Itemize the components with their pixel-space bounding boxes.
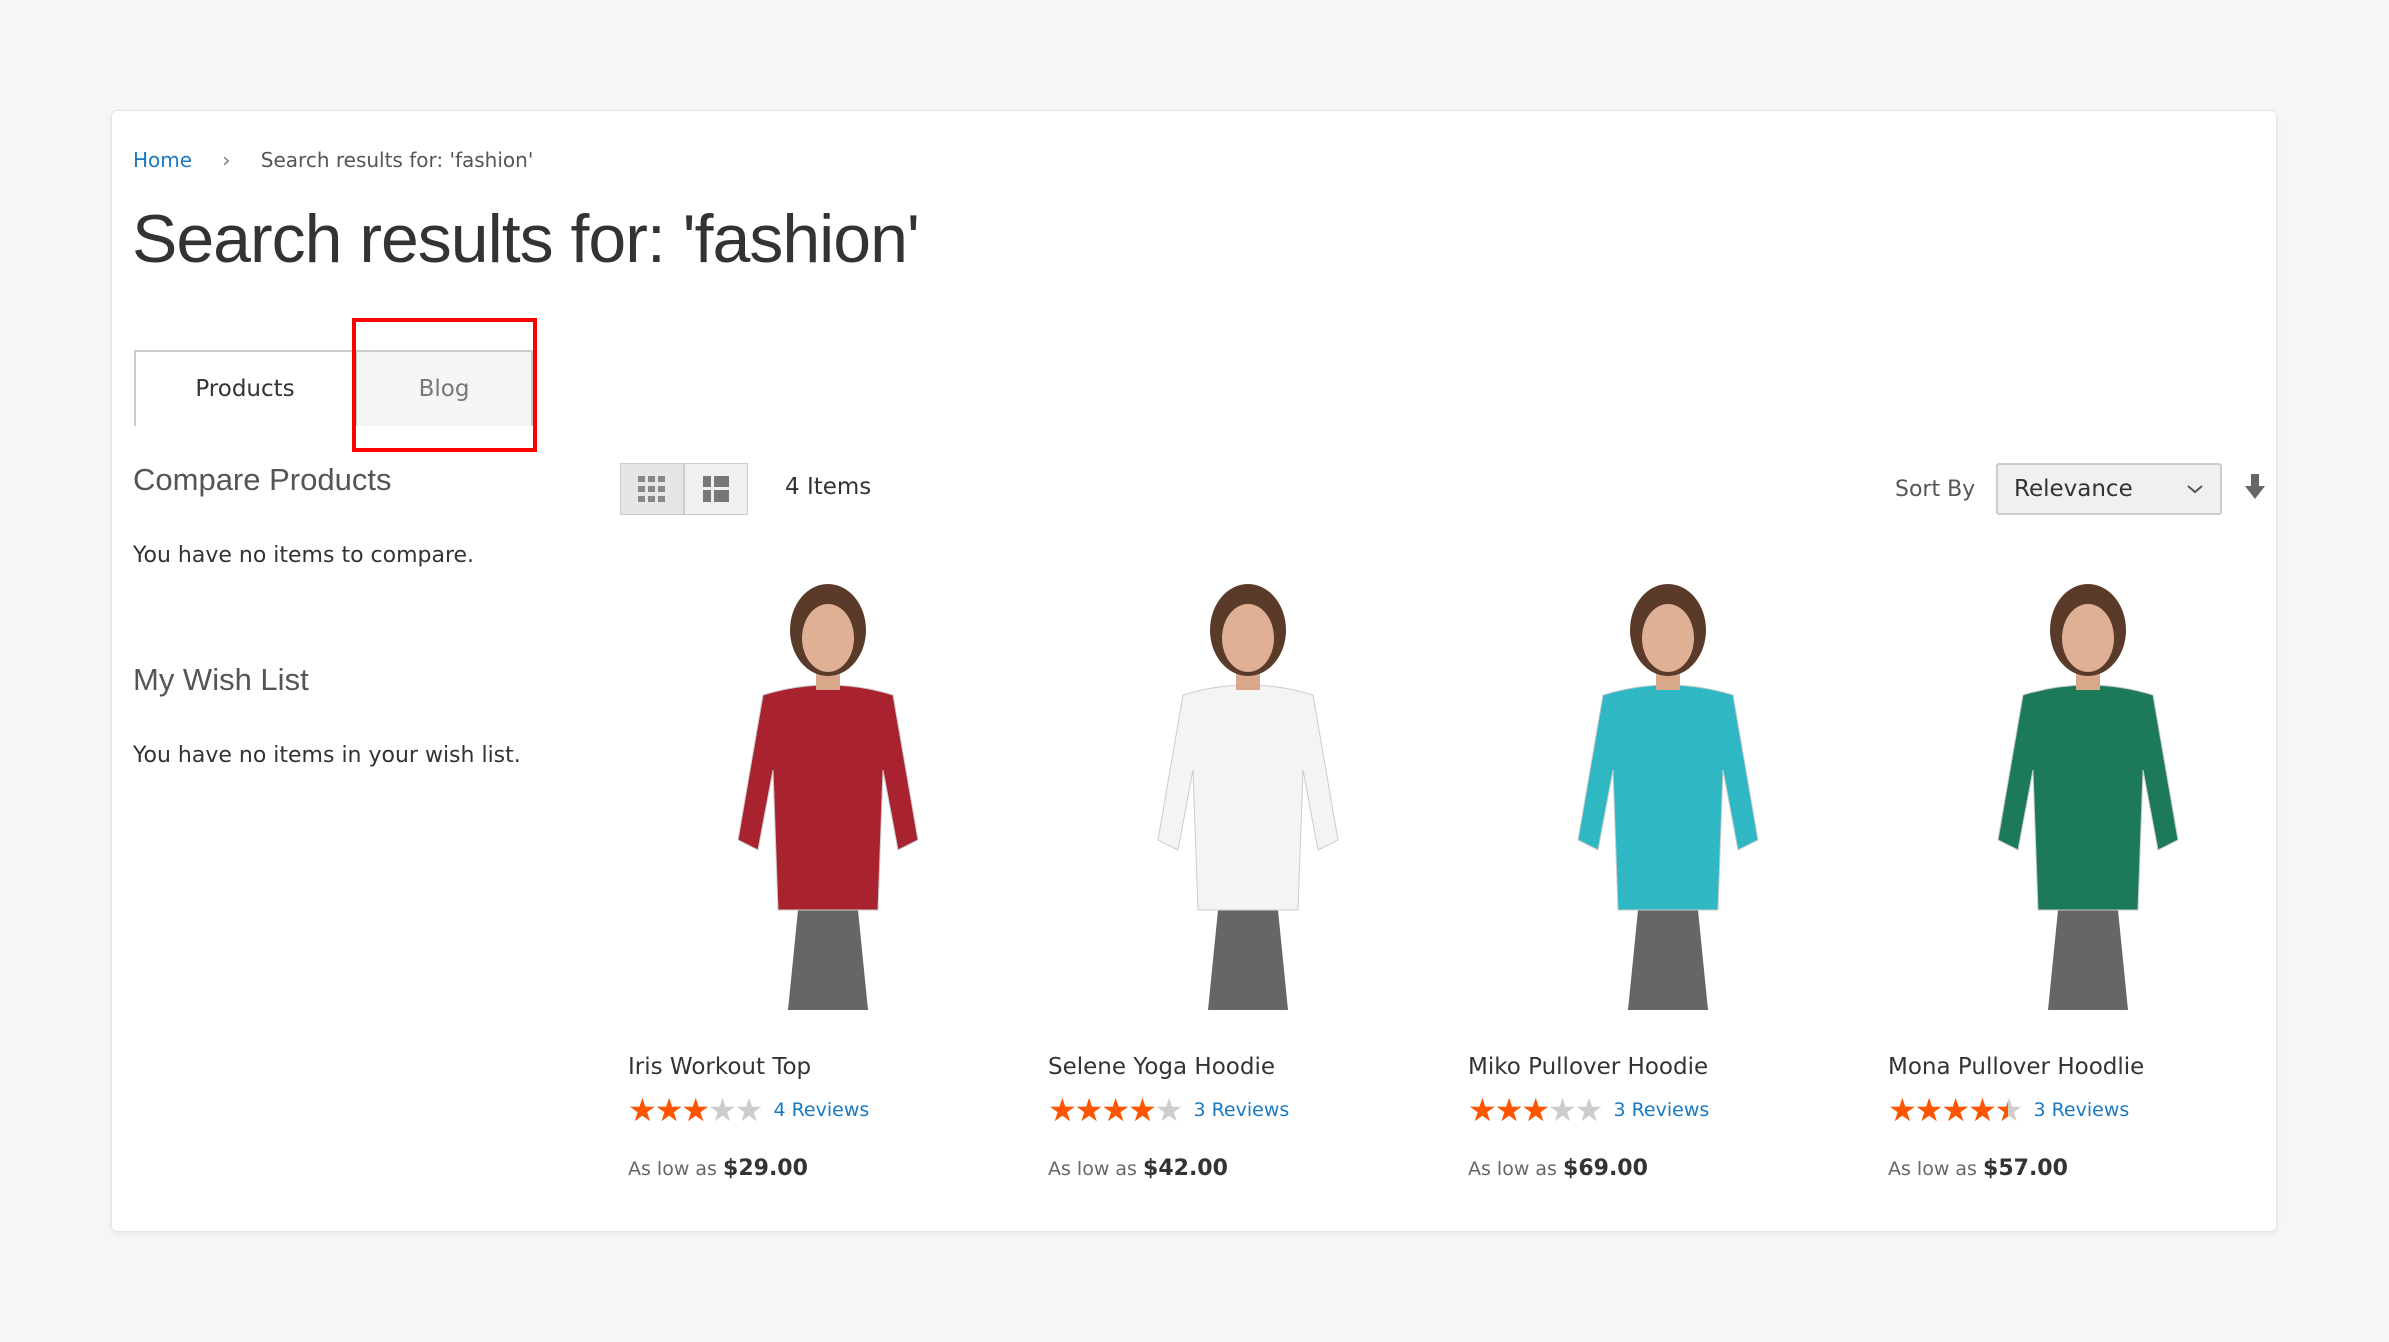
price-prefix: As low as xyxy=(1468,1158,1557,1180)
product-price: As low as $29.00 xyxy=(628,1156,1028,1181)
product-name[interactable]: Iris Workout Top xyxy=(628,1054,1028,1080)
breadcrumb-home[interactable]: Home xyxy=(133,148,192,172)
reviews-link[interactable]: 4 Reviews xyxy=(773,1099,869,1121)
reviews-link[interactable]: 3 Reviews xyxy=(2033,1099,2129,1121)
product-rating: ★★★★★★★★★★ 4 Reviews xyxy=(628,1094,1028,1126)
sort-value: Relevance xyxy=(2014,476,2133,502)
product-rating: ★★★★★★★★★★ 3 Reviews xyxy=(1468,1094,1868,1126)
product-item: Mona Pullover Hoodlie ★★★★★ ★★★★★ 3 Revie… xyxy=(1888,580,2288,1181)
compare-text: You have no items to compare. xyxy=(133,543,475,568)
arrow-down-icon[interactable] xyxy=(2244,474,2266,500)
price-prefix: As low as xyxy=(1888,1158,1977,1180)
product-image[interactable] xyxy=(1888,580,2288,1040)
grid-view-button[interactable] xyxy=(620,463,684,515)
reviews-link[interactable]: 3 Reviews xyxy=(1613,1099,1709,1121)
product-image[interactable] xyxy=(628,580,1028,1040)
product-price: As low as $57.00 xyxy=(1888,1156,2288,1181)
product-price: As low as $69.00 xyxy=(1468,1156,1868,1181)
breadcrumb: Home › Search results for: 'fashion' xyxy=(133,148,533,172)
page-title: Search results for: 'fashion' xyxy=(132,201,920,277)
chevron-down-icon xyxy=(2187,485,2203,494)
product-item: Selene Yoga Hoodie ★★★★★★★★★★ 3 Reviews … xyxy=(1048,580,1448,1181)
compare-title: Compare Products xyxy=(133,462,392,497)
product-item: Iris Workout Top ★★★★★★★★★★ 4 Reviews As… xyxy=(628,580,1028,1181)
blog-tab-highlight xyxy=(352,318,537,452)
breadcrumb-current: Search results for: 'fashion' xyxy=(260,148,534,172)
product-item: Miko Pullover Hoodie ★★★★★★★★★★ 3 Review… xyxy=(1468,580,1868,1181)
star-rating-icon: ★★★★★★★★★★ xyxy=(1048,1091,1183,1129)
star-rating-icon: ★★★★★★★★★★ xyxy=(1888,1091,2023,1129)
wishlist-title: My Wish List xyxy=(133,662,309,697)
reviews-link[interactable]: 3 Reviews xyxy=(1193,1099,1289,1121)
wishlist-text: You have no items in your wish list. xyxy=(133,743,521,768)
price-value: $42.00 xyxy=(1143,1156,1228,1181)
items-count: 4 Items xyxy=(785,474,872,500)
product-name[interactable]: Miko Pullover Hoodie xyxy=(1468,1054,1868,1080)
price-prefix: As low as xyxy=(628,1158,717,1180)
product-rating: ★★★★★★★★★★ 3 Reviews xyxy=(1888,1094,2288,1126)
price-value: $29.00 xyxy=(723,1156,808,1181)
price-value: $69.00 xyxy=(1563,1156,1648,1181)
grid-icon xyxy=(638,476,665,502)
product-rating: ★★★★★★★★★★ 3 Reviews xyxy=(1048,1094,1448,1126)
sort-select[interactable]: Relevance xyxy=(1996,463,2222,515)
product-name[interactable]: Mona Pullover Hoodlie xyxy=(1888,1054,2288,1080)
price-value: $57.00 xyxy=(1983,1156,2068,1181)
product-name[interactable]: Selene Yoga Hoodie xyxy=(1048,1054,1448,1080)
list-view-button[interactable] xyxy=(684,463,748,515)
price-prefix: As low as xyxy=(1048,1158,1137,1180)
tab-products[interactable]: Products xyxy=(134,350,356,426)
sort-label: Sort By xyxy=(1895,477,1976,502)
star-rating-icon: ★★★★★★★★★★ xyxy=(1468,1091,1603,1129)
product-image[interactable] xyxy=(1048,580,1448,1040)
breadcrumb-separator: › xyxy=(222,148,231,172)
product-price: As low as $42.00 xyxy=(1048,1156,1448,1181)
star-rating-icon: ★★★★★★★★★★ xyxy=(628,1091,763,1129)
product-image[interactable] xyxy=(1468,580,1868,1040)
list-icon xyxy=(703,476,729,502)
